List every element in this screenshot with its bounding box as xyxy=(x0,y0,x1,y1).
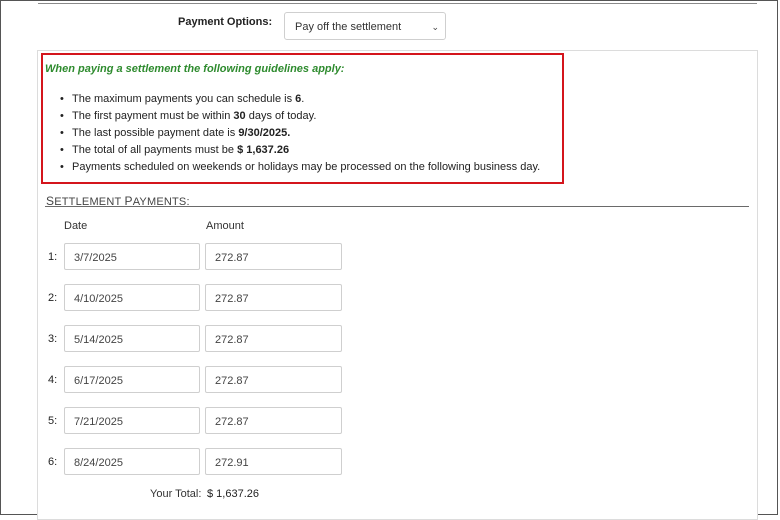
payment-amount-input[interactable]: 272.87 xyxy=(205,325,342,352)
total-value: $ 1,637.26 xyxy=(207,488,259,500)
payment-options-label: Payment Options: xyxy=(178,16,273,28)
payment-date-input[interactable]: 6/17/2025 xyxy=(64,366,200,393)
guideline-item: The maximum payments you can schedule is… xyxy=(60,93,540,110)
chevron-down-icon: ⌄ xyxy=(431,22,439,32)
payment-amount-input[interactable]: 272.87 xyxy=(205,366,342,393)
payment-amount-input[interactable]: 272.91 xyxy=(205,448,342,475)
payment-amount-input[interactable]: 272.87 xyxy=(205,284,342,311)
payment-date-input[interactable]: 7/21/2025 xyxy=(64,407,200,434)
date-column-header: Date xyxy=(64,220,88,232)
payment-amount-input[interactable]: 272.87 xyxy=(205,243,342,270)
row-number: 4: xyxy=(48,374,58,386)
row-number: 5: xyxy=(48,415,58,427)
top-divider xyxy=(38,3,757,4)
payment-options-value: Pay off the settlement xyxy=(295,21,402,33)
guideline-item: Payments scheduled on weekends or holida… xyxy=(60,161,540,178)
section-divider xyxy=(45,206,749,207)
payment-date-input[interactable]: 4/10/2025 xyxy=(64,284,200,311)
row-number: 2: xyxy=(48,292,58,304)
guidelines-title: When paying a settlement the following g… xyxy=(45,63,345,75)
amount-column-header: Amount xyxy=(206,220,244,232)
payment-date-input[interactable]: 5/14/2025 xyxy=(64,325,200,352)
guidelines-list: The maximum payments you can schedule is… xyxy=(60,93,540,178)
payment-date-input[interactable]: 3/7/2025 xyxy=(64,243,200,270)
payment-date-input[interactable]: 8/24/2025 xyxy=(64,448,200,475)
payment-options-select[interactable]: Pay off the settlement ⌄ xyxy=(284,12,446,40)
guideline-item: The total of all payments must be $ 1,63… xyxy=(60,144,540,161)
row-number: 6: xyxy=(48,456,58,468)
payment-amount-input[interactable]: 272.87 xyxy=(205,407,342,434)
guideline-item: The last possible payment date is 9/30/2… xyxy=(60,127,540,144)
guideline-item: The first payment must be within 30 days… xyxy=(60,110,540,127)
row-number: 3: xyxy=(48,333,58,345)
row-number: 1: xyxy=(48,251,58,263)
total-label: Your Total: xyxy=(150,488,202,500)
